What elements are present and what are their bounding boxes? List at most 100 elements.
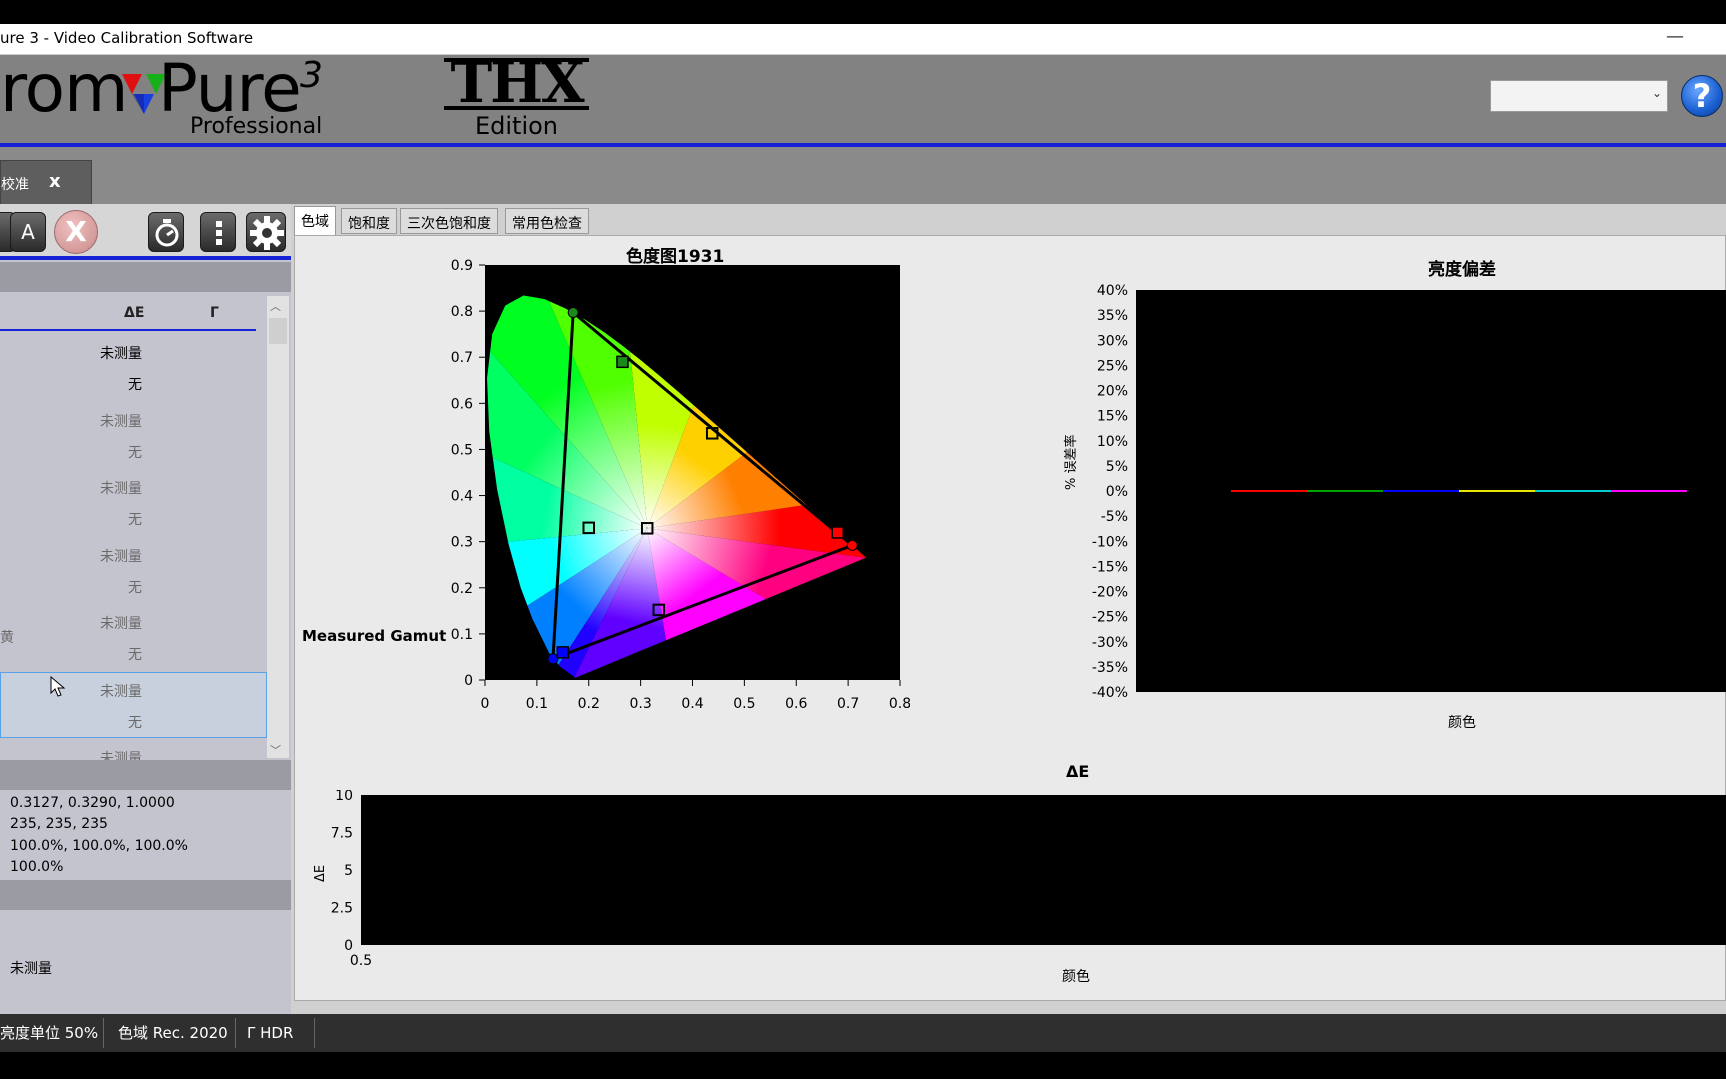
settings-button[interactable]: [246, 212, 286, 252]
list-section-header: [0, 262, 291, 292]
scroll-down-icon[interactable]: ﹀: [270, 742, 281, 758]
profile-dropdown[interactable]: [1490, 80, 1668, 112]
de-y-tick-label: 2.5: [331, 901, 353, 917]
list-row-value[interactable]: 未测量: [100, 613, 142, 633]
target-point-green: [567, 306, 579, 318]
lum-y-tick-label: -35%: [1092, 660, 1128, 676]
list-row-value[interactable]: 未测量: [100, 411, 142, 431]
status-separator: [314, 1018, 315, 1048]
y-tick-label: 0.1: [451, 627, 473, 643]
scrollbar-thumb[interactable]: [269, 318, 287, 344]
measured-point-red: [831, 526, 844, 539]
timer-button[interactable]: [148, 212, 184, 252]
de-plot-background: [361, 795, 1726, 945]
logo-superscript: 3: [300, 55, 323, 96]
measured-point-magenta: [652, 603, 666, 617]
de-y-tick-label: 7.5: [331, 826, 353, 842]
stopwatch-icon: [155, 219, 179, 247]
tab-saturation[interactable]: 饱和度: [341, 208, 397, 234]
y-tick-label: 0.7: [451, 350, 473, 366]
de-plot-area: 10 7.5 5 2.5 00.5: [331, 790, 1726, 969]
de-x-tick-label: 0.5: [350, 953, 372, 969]
x-tick-label: 0.2: [578, 696, 600, 712]
vertical-dots-icon: [216, 221, 222, 245]
scroll-up-icon[interactable]: ︿: [270, 298, 281, 314]
info-luminance: 100.0%: [10, 859, 64, 875]
y-tick-label: 0.4: [451, 489, 473, 505]
document-tab-label: 校准: [1, 177, 29, 193]
close-tab-button[interactable]: x: [49, 171, 61, 192]
y-tick-label: 0.3: [451, 535, 473, 551]
y-tick-label: 0.9: [451, 258, 473, 274]
de-y-tick-label: 0: [344, 938, 353, 954]
list-row-value[interactable]: 未测量: [100, 343, 142, 363]
list-row-gamma: 无: [128, 579, 142, 596]
list-row-gamma: 无: [128, 512, 142, 528]
lum-chart-xlabel: 颜色: [1448, 715, 1476, 731]
cie-plot-area: 0 0.1 0.2 0.3 0.4 0.5 0.6 0.7 0.8 0 0.1 0.2 0.3 0.4 0.…: [451, 258, 910, 712]
de-chart-title: ΔE: [1066, 762, 1090, 781]
x-tick-label: 0.8: [889, 696, 910, 712]
list-row-value[interactable]: 未测量: [100, 681, 142, 701]
list-row-label: 黄: [0, 630, 14, 646]
x-tick-label: 0.6: [785, 696, 807, 712]
delta-e-chart: 10 7.5 5 2.5 00.5: [331, 790, 1726, 969]
lum-y-tick-label: -10%: [1092, 534, 1128, 550]
cie-chart: 0 0.1 0.2 0.3 0.4 0.5 0.6 0.7 0.8 0 0.1 0.2 0.3 0.4 0.…: [451, 258, 910, 712]
lum-chart-title: 亮度偏差: [1428, 260, 1496, 280]
tab-secondary-saturation[interactable]: 三次色饱和度: [400, 208, 498, 234]
de-y-tick-label: 5: [344, 863, 353, 879]
logo-text-rom: rom: [0, 50, 128, 127]
list-row-value[interactable]: 未测量: [100, 478, 142, 498]
thx-bar-bottom: [444, 106, 589, 110]
list-row-gamma: 无: [128, 444, 142, 461]
x-tick-label: 0.5: [733, 696, 755, 712]
list-row-gamma: 无: [128, 377, 142, 393]
info-percent: 100.0%, 100.0%, 100.0%: [10, 838, 188, 854]
lum-y-tick-label: 20%: [1097, 384, 1128, 400]
measured-point-green: [616, 355, 629, 369]
help-button[interactable]: ?: [1681, 75, 1723, 117]
lum-chart-ylabel: % 误差率: [1064, 434, 1079, 491]
lum-y-tick-label: 15%: [1097, 409, 1128, 425]
tab-gamut[interactable]: 色域: [294, 206, 336, 235]
measured-point-blue: [556, 646, 570, 659]
status-luminance: 亮度单位 50%: [0, 1024, 99, 1042]
x-tick-label: 0.4: [681, 696, 703, 712]
minimize-button[interactable]: —: [1660, 24, 1690, 54]
lum-y-tick-label: -15%: [1092, 559, 1128, 575]
y-tick-label: 0.5: [451, 442, 473, 458]
measured-point-cyan: [582, 521, 595, 535]
list-row-value[interactable]: 未测量: [100, 546, 142, 566]
status-gamut: 色域 Rec. 2020: [118, 1024, 228, 1042]
chevron-down-icon: ⌄: [1652, 86, 1663, 100]
logo-professional: Professional: [190, 114, 323, 139]
toolbar-divider: [0, 256, 291, 260]
stop-button[interactable]: X: [54, 210, 98, 254]
lum-y-tick-label: -20%: [1092, 585, 1128, 601]
luminance-deviation-chart: 40% 35% 30% 25% 20% 15% 10% 5% 0% -5% -10% -15% -20%…: [1092, 283, 1726, 700]
tab-common-color[interactable]: 常用色检查: [505, 208, 589, 234]
column-header-gamma: Γ: [210, 305, 219, 321]
measured-point-yellow: [705, 427, 719, 440]
target-point-red: [846, 539, 858, 551]
lum-y-tick-label: -40%: [1092, 685, 1128, 700]
column-header-delta-e: ΔE: [124, 305, 145, 321]
list-row-gamma: 无: [128, 647, 142, 663]
lum-y-tick-label: 35%: [1097, 308, 1128, 324]
auto-button[interactable]: A: [10, 212, 46, 252]
lum-plot-area: 40% 35% 30% 25% 20% 15% 10% 5% 0% -5% -10% -15% -20%…: [1092, 283, 1726, 700]
more-options-button[interactable]: [200, 212, 236, 252]
info-section-header: [0, 760, 291, 790]
result-status: 未测量: [10, 961, 52, 977]
list-row-gamma: 无: [128, 714, 142, 731]
list-scrollbar[interactable]: [267, 296, 289, 758]
target-point-blue: [547, 653, 559, 665]
status-separator: [103, 1018, 104, 1048]
x-tick-label: 0.3: [629, 696, 651, 712]
status-gamma: Γ HDR: [247, 1024, 294, 1042]
document-tab[interactable]: 校准 x: [0, 160, 92, 204]
x-tick-label: 0.7: [837, 696, 859, 712]
lum-y-tick-label: 30%: [1097, 333, 1128, 349]
measured-point-white: [640, 522, 654, 535]
